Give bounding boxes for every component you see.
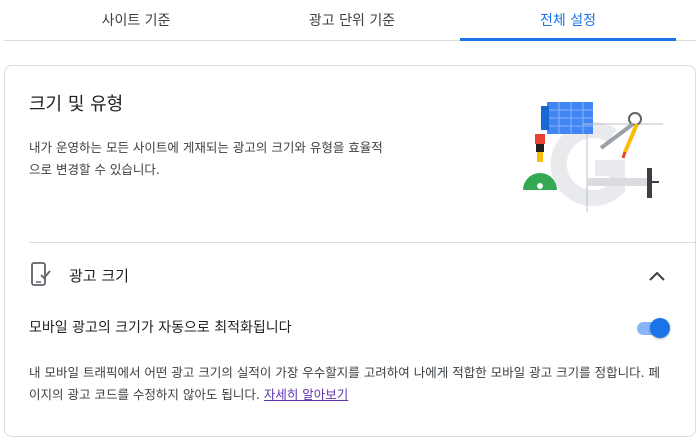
help-text: 내 모바일 트래픽에서 어떤 광고 크기의 실적이 가장 우수할지를 고려하여 … [29, 362, 669, 406]
auto-optimize-toggle[interactable] [635, 318, 671, 338]
toggle-thumb [650, 318, 670, 338]
collapse-button[interactable] [645, 264, 669, 288]
section-description: 내가 운영하는 모든 사이트에 게재되는 광고의 크기와 유형을 효율적으로 변… [29, 140, 383, 177]
phone-check-icon [31, 262, 51, 286]
ad-size-title: 광고 크기 [69, 267, 129, 285]
chevron-up-icon [649, 271, 665, 281]
settings-card: 크기 및 유형 내가 운영하는 모든 사이트에 게재되는 광고의 크기와 유형을… [4, 65, 696, 437]
design-tools-illustration [523, 102, 663, 212]
tab-global-settings[interactable]: 전체 설정 [460, 0, 676, 41]
auto-optimize-label: 모바일 광고의 크기가 자동으로 최적화됩니다 [29, 320, 292, 336]
section-divider [29, 242, 695, 243]
tab-bar: 사이트 기준 광고 단위 기준 전체 설정 [4, 0, 696, 41]
section-title: 크기 및 유형 [29, 94, 124, 115]
learn-more-link[interactable]: 자세히 알아보기 [264, 387, 348, 402]
ad-size-header[interactable]: 광고 크기 [29, 262, 669, 290]
tab-ad-unit[interactable]: 광고 단위 기준 [244, 0, 460, 40]
tab-site[interactable]: 사이트 기준 [28, 0, 244, 40]
